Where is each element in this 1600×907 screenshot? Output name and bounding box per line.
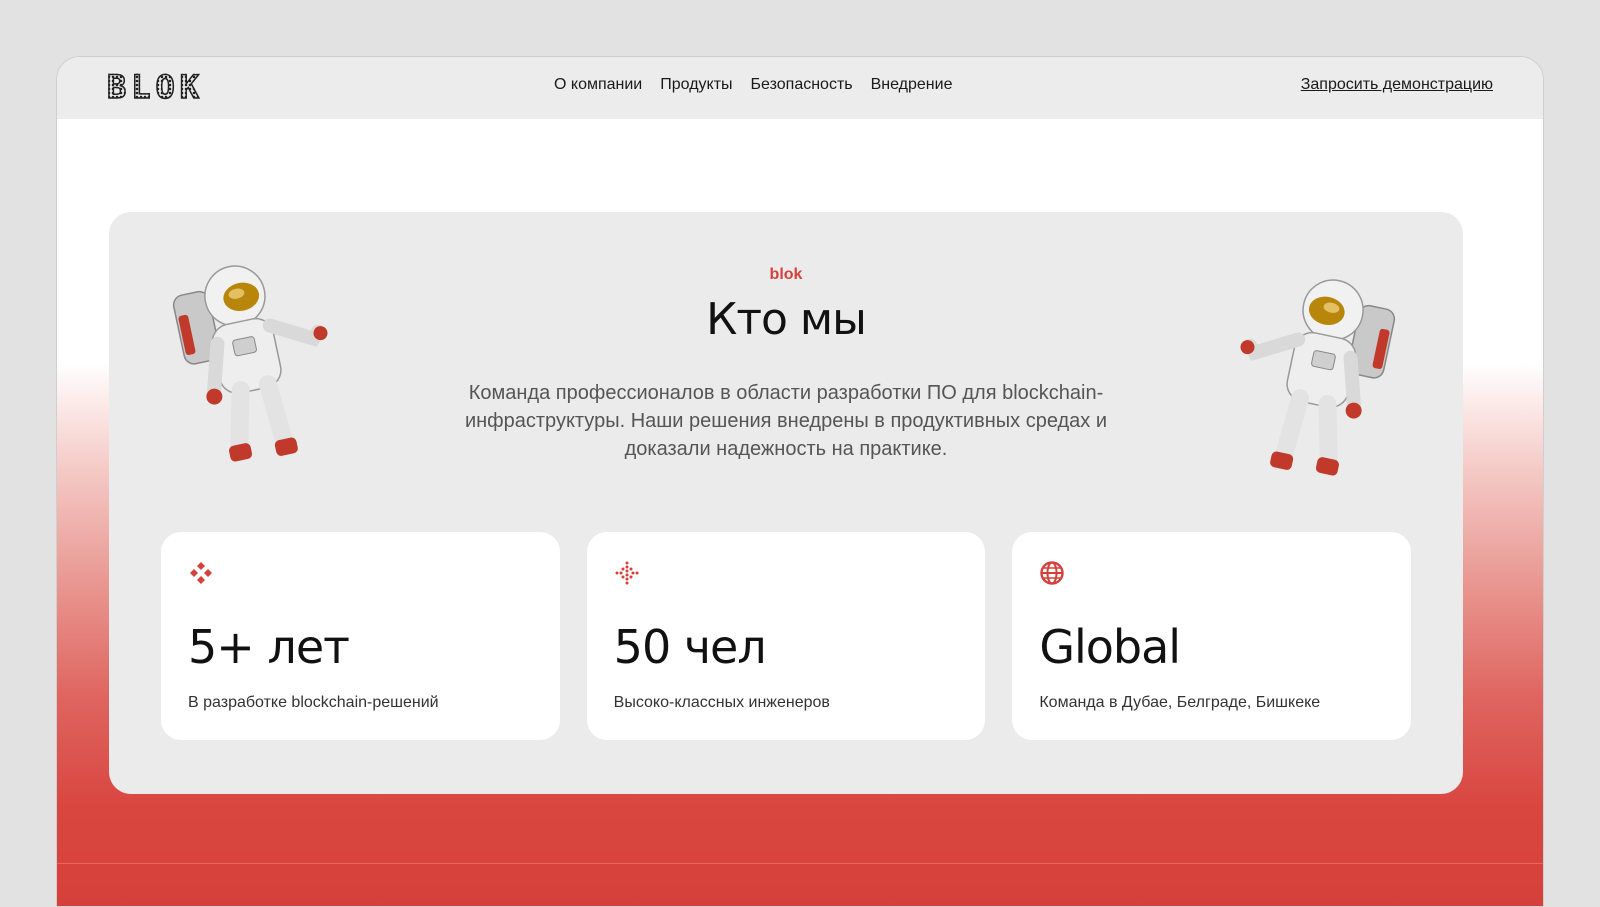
astronaut-right-image [1240,279,1396,476]
stat-caption: Команда в Дубае, Белграде, Бишкеке [1039,694,1321,711]
site-header: B L O K О компании Продукты Безопасность… [57,57,1543,119]
nav-item-implementation[interactable]: Внедрение [871,76,953,94]
logo-letter: O [155,68,176,106]
dotted-cross-icon [615,561,639,585]
logo-letter: L [131,68,152,106]
stat-card-team: 50 чел Высоко-классных инженеров [586,532,986,740]
stat-caption: В разработке blockchain-решений [188,694,439,711]
crosshair-icon [190,562,212,584]
section-description: Команда профессионалов в области разрабо… [464,382,1108,460]
nav-item-company[interactable]: О компании [554,76,642,94]
divider [57,863,1543,864]
main-nav: О компании Продукты Безопасность Внедрен… [554,76,952,94]
section-title: Кто мы [706,294,867,345]
nav-item-products[interactable]: Продукты [660,76,732,94]
logo-letter: B [106,68,128,106]
stat-value: 5+ лет [188,620,350,674]
request-demo-link[interactable]: Запросить демонстрацию [1301,76,1493,94]
about-section: blok Кто мы Команда профессионалов в обл… [109,212,1463,794]
stat-card-experience: 5+ лет В разработке blockchain-решений [161,532,560,740]
stat-caption: Высоко-классных инженеров [613,694,830,711]
logo-letter: K [179,68,201,106]
nav-item-security[interactable]: Безопасность [751,76,853,94]
stats-row: 5+ лет В разработке blockchain-решений 5… [161,532,1412,740]
stat-card-global: Global Команда в Дубае, Белграде, Бишкек… [1012,532,1412,740]
globe-icon [1040,561,1065,585]
browser-window: B L O K О компании Продукты Безопасность… [56,56,1544,907]
section-eyebrow: blok [769,266,803,283]
stat-value: 50 чел [613,620,767,674]
stat-value: Global [1039,620,1181,674]
logo[interactable]: B L O K [106,68,201,106]
